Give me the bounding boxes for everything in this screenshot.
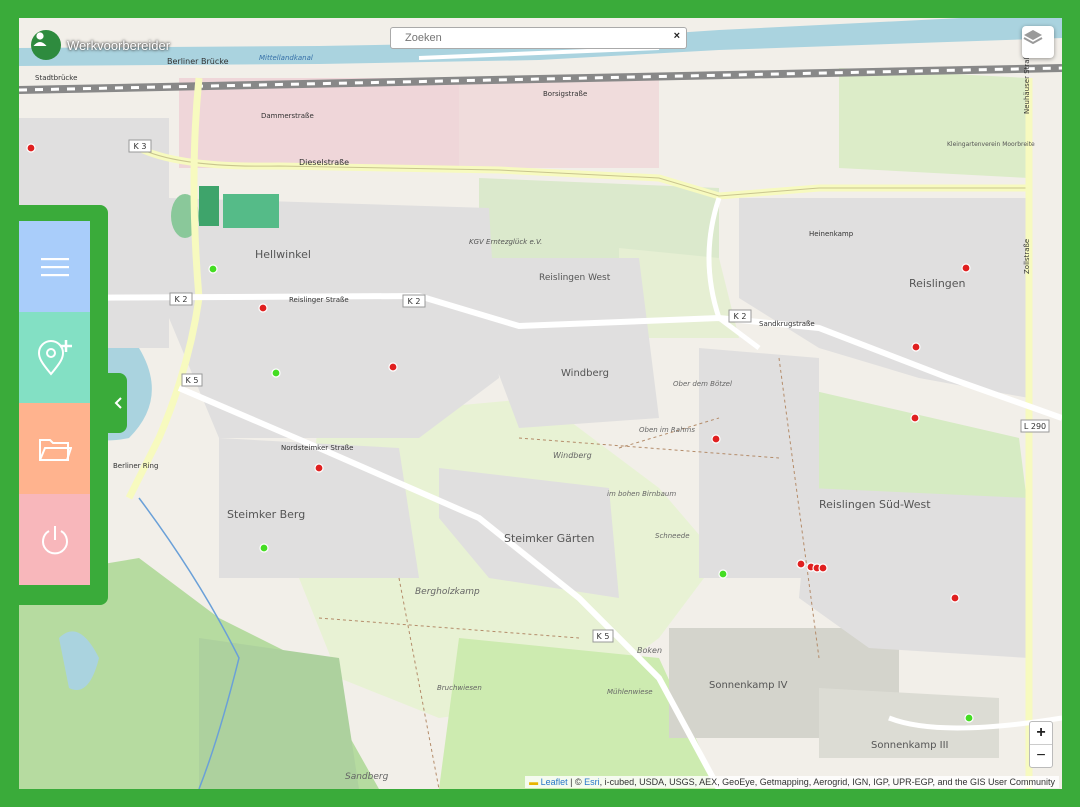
zoom-in-button[interactable]: +: [1030, 722, 1052, 744]
attribution-text: , i-cubed, USDA, USGS, AEX, GeoEye, Getm…: [599, 777, 1055, 787]
red-marker[interactable]: [711, 434, 721, 444]
shield-k5-b: K 5: [597, 632, 610, 641]
user-header[interactable]: Werkvoorbereider: [31, 30, 170, 60]
label-place-6: Stadtbrücke: [35, 74, 77, 82]
shield-k3: K 3: [134, 142, 147, 151]
green-marker[interactable]: [271, 368, 281, 378]
green-marker[interactable]: [964, 713, 974, 723]
location-plus-icon: [37, 339, 72, 376]
label-district-5: Steimker Berg: [227, 508, 305, 521]
red-marker[interactable]: [961, 263, 971, 273]
label-district-6: Steimker Gärten: [504, 532, 594, 545]
menu-button[interactable]: [19, 221, 90, 312]
layers-icon: [1023, 30, 1043, 45]
label-place-10: Ober dem Bötzel: [673, 380, 732, 388]
label-place-12: im bohen Birnbaum: [607, 490, 676, 498]
label-street-5: Zollstraße: [1023, 239, 1031, 274]
label-place-7: Berliner Brücke: [167, 57, 229, 66]
label-district-4: Reislingen Süd-West: [819, 498, 931, 511]
label-street-6: Neuhäuser Straße: [1023, 51, 1031, 114]
label-place-3: Sandberg: [345, 772, 389, 782]
label-place-0: Bergholzkamp: [415, 587, 480, 597]
folder-icon: [38, 438, 72, 461]
open-folder-button[interactable]: [19, 403, 90, 494]
green-area-north: [839, 68, 1029, 178]
user-name: Werkvoorbereider: [67, 37, 171, 53]
label-street-0: Dieselstraße: [299, 158, 349, 167]
red-marker[interactable]: [26, 143, 36, 153]
residential-windberg: [489, 258, 659, 428]
red-marker[interactable]: [796, 559, 806, 569]
label-district-3: Reislingen: [909, 277, 966, 290]
label-place-4: Mühlenwiese: [607, 688, 653, 696]
layers-button[interactable]: [1022, 26, 1054, 58]
label-district-8: Sonnenkamp III: [871, 740, 949, 751]
red-marker[interactable]: [314, 463, 324, 473]
label-place-9: KGV Erntezglück e.V.: [469, 238, 542, 246]
shield-k5-a: K 5: [186, 376, 199, 385]
map-view[interactable]: Hellwinkel Reislingen West Windberg Reis…: [19, 18, 1062, 789]
user-icon: [33, 32, 47, 46]
collapse-panel-button[interactable]: [108, 373, 127, 433]
red-marker[interactable]: [950, 593, 960, 603]
label-street-3: Nordsteimker Straße: [281, 444, 353, 452]
label-district-1: Reislingen West: [539, 273, 611, 283]
green-marker[interactable]: [718, 569, 728, 579]
label-place-8: Mittellandkanal: [259, 54, 313, 62]
forest-area-2: [199, 638, 359, 789]
label-place-1: Windberg: [553, 451, 592, 460]
search-input[interactable]: [403, 31, 657, 45]
label-street-8: Dammerstraße: [261, 112, 314, 120]
urban-area: [179, 78, 479, 168]
add-location-button[interactable]: [19, 312, 90, 403]
clear-search-button[interactable]: ×: [674, 30, 680, 42]
zoom-out-button[interactable]: −: [1030, 744, 1052, 767]
red-marker[interactable]: [388, 362, 398, 372]
leaflet-link[interactable]: Leaflet: [541, 777, 568, 787]
red-marker[interactable]: [818, 563, 828, 573]
label-place-14: Kleingartenverein Moorbreite: [947, 141, 1035, 148]
label-place-2: Boken: [637, 646, 662, 655]
sports-field-2: [223, 194, 279, 228]
label-street-4: Berliner Ring: [113, 462, 158, 470]
label-district-7: Sonnenkamp IV: [709, 680, 788, 691]
label-district-0: Hellwinkel: [255, 248, 311, 261]
shield-l290: L 290: [1024, 422, 1046, 431]
side-menu: [19, 205, 108, 605]
shield-k2-b: K 2: [408, 297, 421, 306]
power-icon: [41, 525, 68, 554]
label-street-2: Sandkrugstraße: [759, 320, 815, 328]
green-marker[interactable]: [259, 543, 269, 553]
label-street-1: Reislinger Straße: [289, 296, 349, 304]
attribution-sep: | ©: [567, 777, 585, 787]
label-place-11: Oben im Rahms: [639, 426, 695, 434]
red-marker[interactable]: [258, 303, 268, 313]
hamburger-icon: [40, 257, 69, 276]
shield-k2-a: K 2: [175, 295, 188, 304]
label-street-7: Borsigstraße: [543, 90, 587, 98]
search-box[interactable]: ×: [390, 27, 687, 49]
logout-button[interactable]: [19, 494, 90, 585]
map-canvas[interactable]: Hellwinkel Reislingen West Windberg Reis…: [19, 18, 1062, 789]
red-marker[interactable]: [911, 342, 921, 352]
esri-link[interactable]: Esri: [584, 777, 600, 787]
zoom-control[interactable]: + −: [1029, 721, 1053, 768]
label-district-2: Windberg: [561, 368, 609, 379]
map-attribution: ▬ Leaflet | © Esri, i-cubed, USDA, USGS,…: [525, 776, 1059, 788]
chevron-left-icon: [114, 397, 122, 409]
label-street-9: Heinenkamp: [809, 230, 854, 238]
red-marker[interactable]: [910, 413, 920, 423]
shield-k2-c: K 2: [734, 312, 747, 321]
label-place-5: Bruchwiesen: [437, 684, 482, 692]
label-place-13: Schneede: [655, 532, 690, 540]
sports-field: [199, 186, 219, 226]
green-marker[interactable]: [208, 264, 218, 274]
user-avatar[interactable]: [31, 30, 61, 60]
